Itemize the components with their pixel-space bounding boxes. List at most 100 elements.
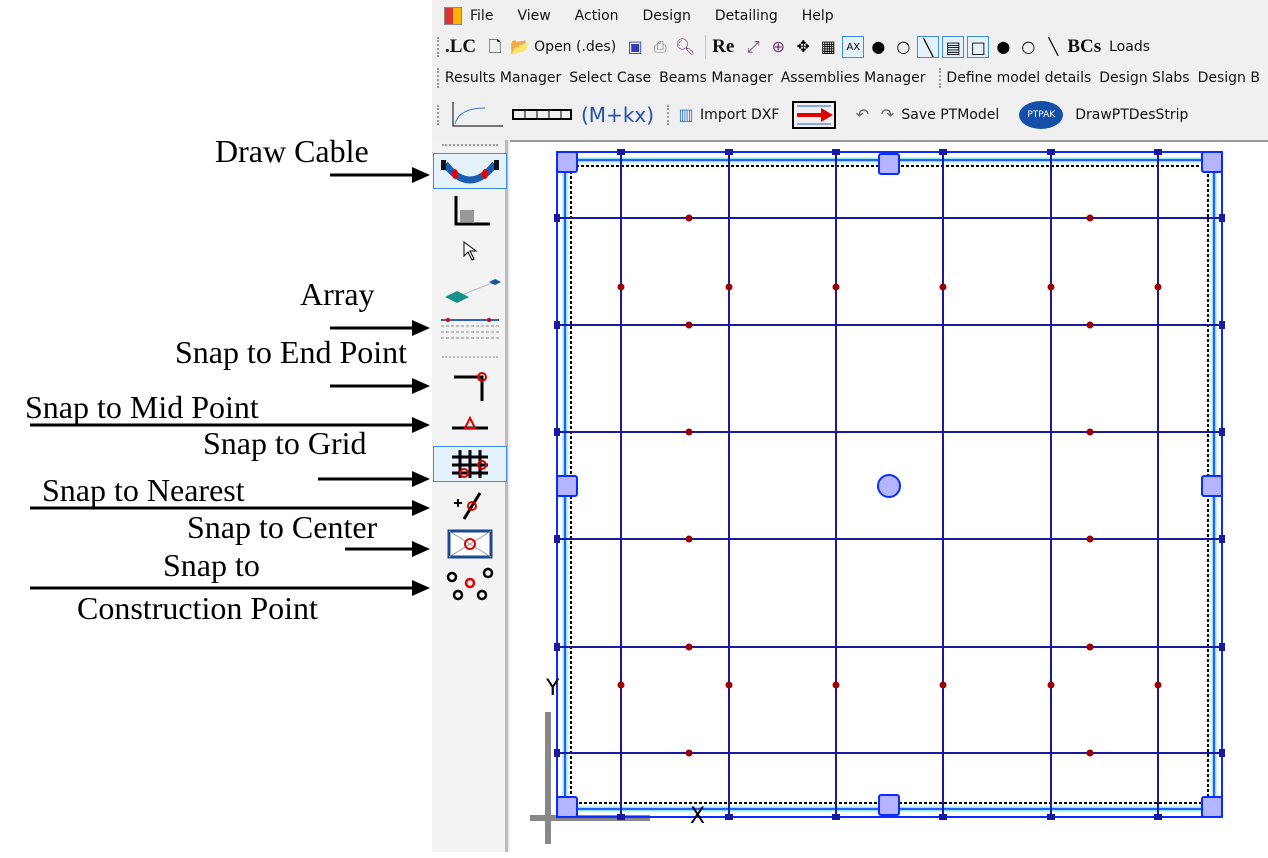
grid-end-marker [1154,814,1162,820]
arrow-head [412,417,430,433]
zoom-icon[interactable]: 🔍︎ [674,36,696,58]
toolbar-grip [437,37,440,57]
select-pointer-button[interactable] [433,233,507,269]
area-support-icon[interactable]: ▤ [942,36,965,58]
grid-end-marker [554,428,560,436]
column [878,794,900,816]
support-hash-filled-icon[interactable]: ● [992,36,1014,58]
slab-model-drawing[interactable] [510,142,1268,854]
snap-construction-point-button[interactable] [433,566,507,602]
save-ptmodel-button[interactable]: Save PTModel [901,107,999,123]
support-open-icon[interactable]: ○ [892,36,914,58]
select-case-button[interactable]: Select Case [569,70,651,86]
toolbar-grip [938,68,942,88]
design-slabs-button[interactable]: Design Slabs [1099,70,1189,86]
m-plus-kx-button[interactable]: (M+kx) [581,103,654,127]
dxf-file-icon[interactable]: ▥ [675,104,697,126]
menu-detailing[interactable]: Detailing [715,8,778,24]
menu-action[interactable]: Action [575,8,619,24]
grid-end-marker [939,814,947,820]
re-button[interactable]: Re [712,36,734,58]
pan-icon[interactable]: ✥ [792,36,814,58]
snap-grid-icon [452,450,488,478]
zoom-in-icon[interactable]: ⊕ [767,36,789,58]
results-manager-button[interactable]: Results Manager [445,70,561,86]
construction-point [725,283,733,291]
beam-strip-icon[interactable] [511,108,575,122]
zoom-extents-icon[interactable]: ⤢ [742,36,764,58]
array-button[interactable] [433,312,507,348]
support-filled-icon[interactable]: ● [867,36,889,58]
menu-help[interactable]: Help [802,8,834,24]
import-dxf-button[interactable]: Import DXF [700,107,779,123]
link-nodes-button[interactable] [433,273,507,309]
draw-slab-corner-button[interactable] [433,193,507,229]
column [1201,151,1223,173]
construction-point [1086,749,1094,757]
grid-end-marker [1219,535,1225,543]
circular-column [877,474,901,498]
construction-point [685,321,693,329]
grid-end-marker [1219,428,1225,436]
arrow-head [412,500,430,516]
pt-toolbar: (M+kx) ▥ Import DXF ↶ ↷ Save PTModel PTP… [432,98,1268,132]
column [556,151,578,173]
undo-icon[interactable]: ↶ [851,104,873,126]
ptpak-logo-button[interactable]: PTPAK [1019,101,1064,129]
print-icon[interactable]: ⎙ [649,36,671,58]
construction-point [1047,681,1055,689]
menu-bar: File View Action Design Detailing Help [432,0,1268,32]
menu-file[interactable]: File [470,8,493,24]
snap-center-button[interactable] [433,526,507,562]
construction-point [725,681,733,689]
construction-point [1086,428,1094,436]
lc-button[interactable]: .LC [445,36,476,58]
design-beams-button[interactable]: Design B [1198,70,1260,86]
support-hash-open-icon[interactable]: ○ [1017,36,1039,58]
grid-end-marker [554,643,560,651]
grid-end-marker [725,814,733,820]
menu-view[interactable]: View [517,8,550,24]
line-support-icon[interactable]: ╲ [917,36,940,58]
grid-end-marker [939,149,947,155]
construction-point [1086,643,1094,651]
construction-point [1154,681,1162,689]
snap-end-point-button[interactable] [433,368,507,404]
assemblies-manager-button[interactable]: Assemblies Manager [781,70,926,86]
new-file-icon[interactable]: 🗋 [484,36,506,58]
arrow-head [412,471,430,487]
draw-pt-des-strip-button[interactable]: DrawPTDesStrip [1075,107,1188,123]
toolbar-grip [667,105,670,125]
define-model-details-button[interactable]: Define model details [946,70,1091,86]
loads-button[interactable]: Loads [1109,39,1150,55]
snap-grid-button[interactable] [433,446,507,482]
managers-toolbar: Results Manager Select Case Beams Manage… [432,63,1268,93]
grid-end-marker [554,321,560,329]
save-icon[interactable]: ▣ [624,36,646,58]
line-hash-icon[interactable]: ╲ [1042,36,1064,58]
beams-manager-button[interactable]: Beams Manager [659,70,773,86]
axis-text-icon[interactable]: AX [842,36,865,58]
drawing-canvas[interactable]: Y X [510,140,1268,852]
construction-point [685,643,693,651]
snap-construction-point-icon [446,567,494,601]
grid-end-marker [1047,814,1055,820]
construction-point [939,283,947,291]
construction-point [1086,214,1094,222]
divider [705,35,707,59]
box-support-icon[interactable]: □ [967,36,990,58]
draw-cable-button[interactable] [433,153,507,189]
arrow-head [412,378,430,394]
open-des-button[interactable]: Open (.des) [534,39,616,55]
open-folder-icon[interactable]: 📂 [509,36,531,58]
toolbar-grip [442,144,498,146]
strip-arrow-icon[interactable] [791,100,837,130]
snap-nearest-button[interactable] [433,488,507,524]
grid-icon[interactable]: ▦ [817,36,839,58]
bcs-button[interactable]: BCs [1067,36,1101,58]
redo-icon[interactable]: ↷ [876,104,898,126]
curve-chart-icon[interactable] [445,100,505,130]
snap-mid-point-button[interactable] [433,406,507,442]
construction-point [617,681,625,689]
menu-design[interactable]: Design [643,8,691,24]
